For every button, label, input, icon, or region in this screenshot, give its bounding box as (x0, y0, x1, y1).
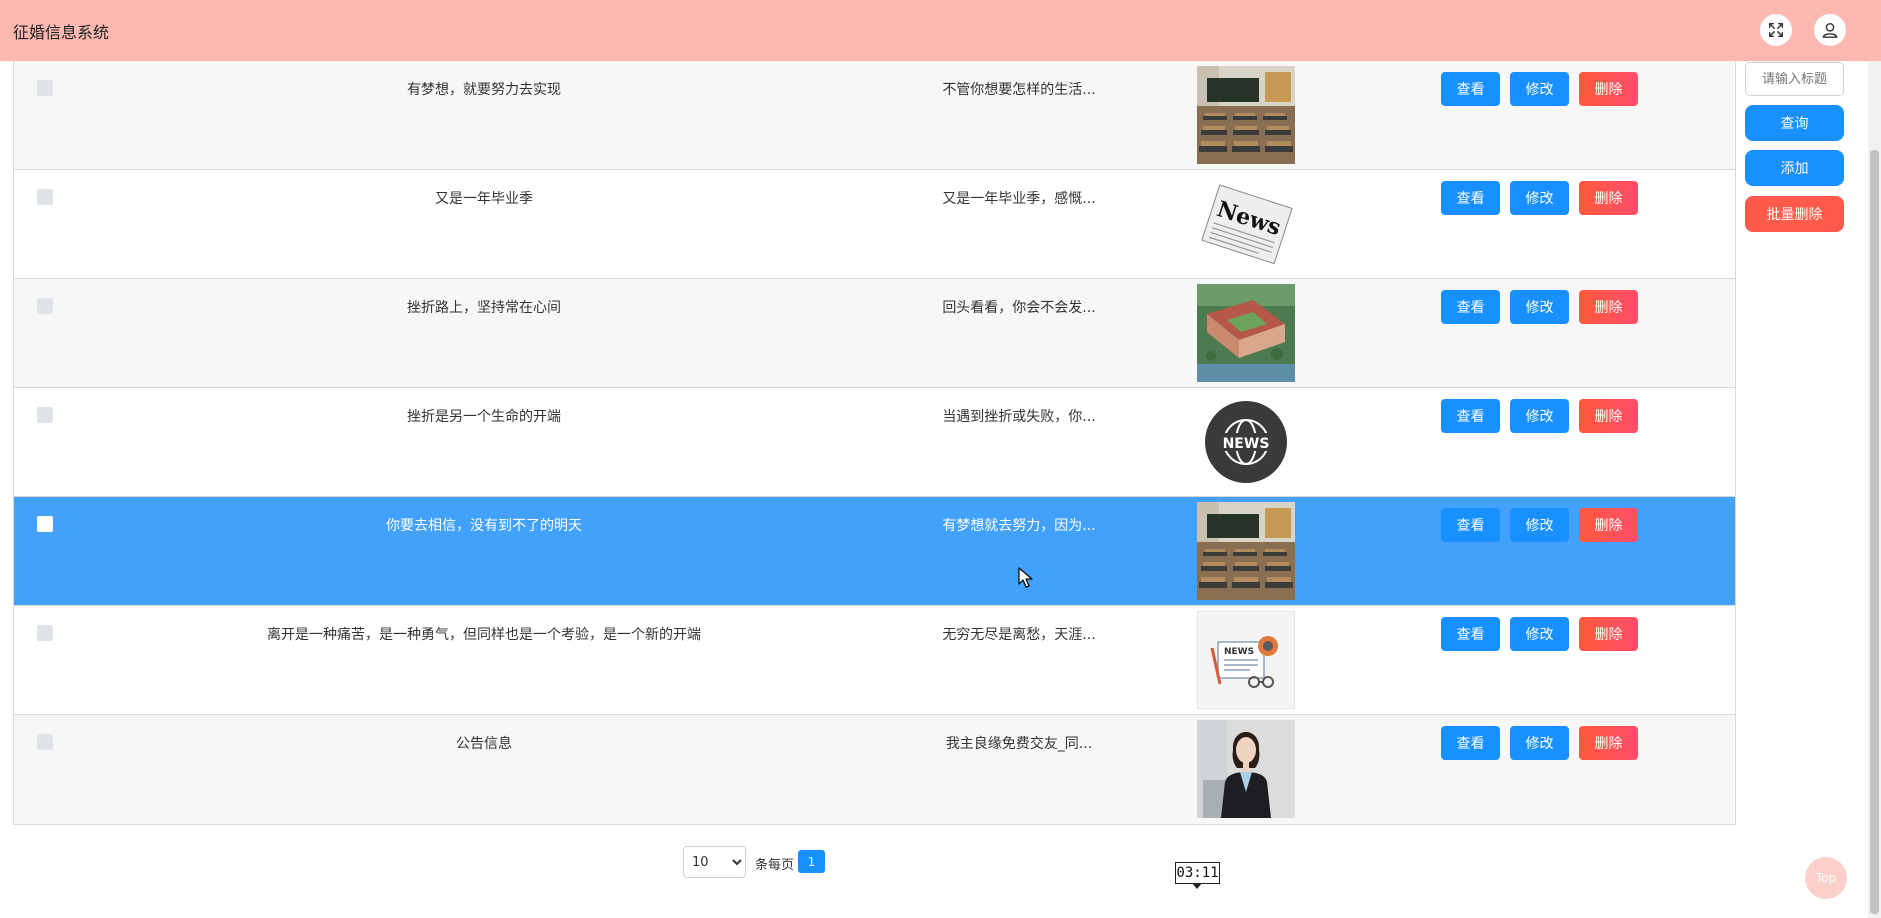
edit-button[interactable]: 修改 (1510, 181, 1569, 215)
page-size-select[interactable]: 10 (683, 846, 746, 878)
news-paper-illustration: NEWS (1197, 611, 1295, 709)
row-title: 离开是一种痛苦，是一种勇气，但同样也是一个考验，是一个新的开端 (267, 627, 701, 643)
table-row[interactable]: 离开是一种痛苦，是一种勇气，但同样也是一个考验，是一个新的开端 无穷无尽是离愁，… (14, 606, 1735, 715)
row-intro: 无穷无尽是离愁，天涯... (942, 627, 1096, 643)
timer-tooltip: 03:11 (1175, 862, 1220, 884)
title-search-input[interactable] (1745, 62, 1844, 96)
delete-button[interactable]: 删除 (1579, 726, 1638, 760)
row-title: 又是一年毕业季 (435, 191, 533, 207)
row-checkbox[interactable] (37, 407, 53, 423)
view-button[interactable]: 查看 (1441, 72, 1500, 106)
tooltip-arrow (1192, 883, 1202, 889)
row-checkbox[interactable] (37, 80, 53, 96)
table-row[interactable]: 有梦想，就要努力去实现 不管你想要怎样的生活... 查看 修改 删除 (14, 61, 1735, 170)
add-button[interactable]: 添加 (1745, 150, 1844, 186)
row-intro: 有梦想就去努力，因为... (942, 518, 1096, 534)
edit-button[interactable]: 修改 (1510, 617, 1569, 651)
table-row[interactable]: 公告信息 我主良缘免费交友_同... 查看 修改 删除 (14, 715, 1735, 824)
table-row[interactable]: 挫折路上，坚持常在心间 回头看看，你会不会发... 查看 修改 删除 (14, 279, 1735, 388)
row-checkbox[interactable] (37, 298, 53, 314)
row-checkbox[interactable] (37, 516, 53, 532)
row-checkbox[interactable] (37, 189, 53, 205)
app-title: 征婚信息系统 (13, 23, 110, 42)
svg-text:NEWS: NEWS (1224, 647, 1254, 657)
row-title: 你要去相信，没有到不了的明天 (386, 518, 582, 534)
businesswoman-image (1197, 720, 1295, 818)
classroom-image (1197, 66, 1295, 164)
edit-button[interactable]: 修改 (1510, 290, 1569, 324)
delete-button[interactable]: 删除 (1579, 617, 1638, 651)
table-row[interactable]: 又是一年毕业季 又是一年毕业季，感慨... News 查看 修改 删除 (14, 170, 1735, 279)
view-button[interactable]: 查看 (1441, 399, 1500, 433)
data-table: 有梦想，就要努力去实现 不管你想要怎样的生活... 查看 修改 删除 又是一年毕… (13, 61, 1736, 825)
delete-button[interactable]: 删除 (1579, 72, 1638, 106)
row-intro: 又是一年毕业季，感慨... (942, 191, 1096, 207)
view-button[interactable]: 查看 (1441, 181, 1500, 215)
edit-button[interactable]: 修改 (1510, 399, 1569, 433)
app-header: 征婚信息系统 (0, 0, 1881, 61)
back-to-top-button[interactable]: Top (1805, 857, 1847, 899)
newspaper-image: News (1197, 175, 1295, 273)
row-title: 挫折路上，坚持常在心间 (407, 300, 561, 316)
row-title: 公告信息 (456, 736, 512, 752)
page-number-button[interactable]: 1 (798, 850, 825, 873)
edit-button[interactable]: 修改 (1510, 726, 1569, 760)
row-title: 有梦想，就要努力去实现 (407, 82, 561, 98)
svg-text:NEWS: NEWS (1223, 436, 1270, 452)
row-checkbox[interactable] (37, 734, 53, 750)
view-button[interactable]: 查看 (1441, 508, 1500, 542)
view-button[interactable]: 查看 (1441, 617, 1500, 651)
row-intro: 回头看看，你会不会发... (942, 300, 1096, 316)
row-intro: 当遇到挫折或失败，你... (942, 409, 1096, 425)
table-row[interactable]: 你要去相信，没有到不了的明天 有梦想就去努力，因为... 查看 修改 删除 (14, 497, 1735, 606)
row-intro: 我主良缘免费交友_同... (945, 736, 1093, 752)
batch-delete-button[interactable]: 批量删除 (1745, 196, 1844, 232)
delete-button[interactable]: 删除 (1579, 508, 1638, 542)
per-page-label: 条每页 (755, 858, 795, 873)
edit-button[interactable]: 修改 (1510, 508, 1569, 542)
table-row[interactable]: 挫折是另一个生命的开端 当遇到挫折或失败，你... NEWS 查看 修改 删除 (14, 388, 1735, 497)
user-button[interactable] (1814, 14, 1846, 46)
news-globe-image: NEWS (1197, 393, 1295, 491)
row-intro: 不管你想要怎样的生活... (942, 82, 1096, 98)
campus-aerial-image (1197, 284, 1295, 382)
classroom-image (1197, 502, 1295, 600)
query-button[interactable]: 查询 (1745, 105, 1844, 141)
expand-icon (1768, 22, 1784, 38)
mouse-cursor-icon (1018, 567, 1033, 588)
edit-button[interactable]: 修改 (1510, 72, 1569, 106)
row-title: 挫折是另一个生命的开端 (407, 409, 561, 425)
scrollbar-thumb[interactable] (1870, 150, 1879, 914)
fullscreen-button[interactable] (1760, 14, 1792, 46)
delete-button[interactable]: 删除 (1579, 290, 1638, 324)
view-button[interactable]: 查看 (1441, 290, 1500, 324)
user-icon (1822, 22, 1838, 38)
row-checkbox[interactable] (37, 625, 53, 641)
delete-button[interactable]: 删除 (1579, 399, 1638, 433)
delete-button[interactable]: 删除 (1579, 181, 1638, 215)
view-button[interactable]: 查看 (1441, 726, 1500, 760)
